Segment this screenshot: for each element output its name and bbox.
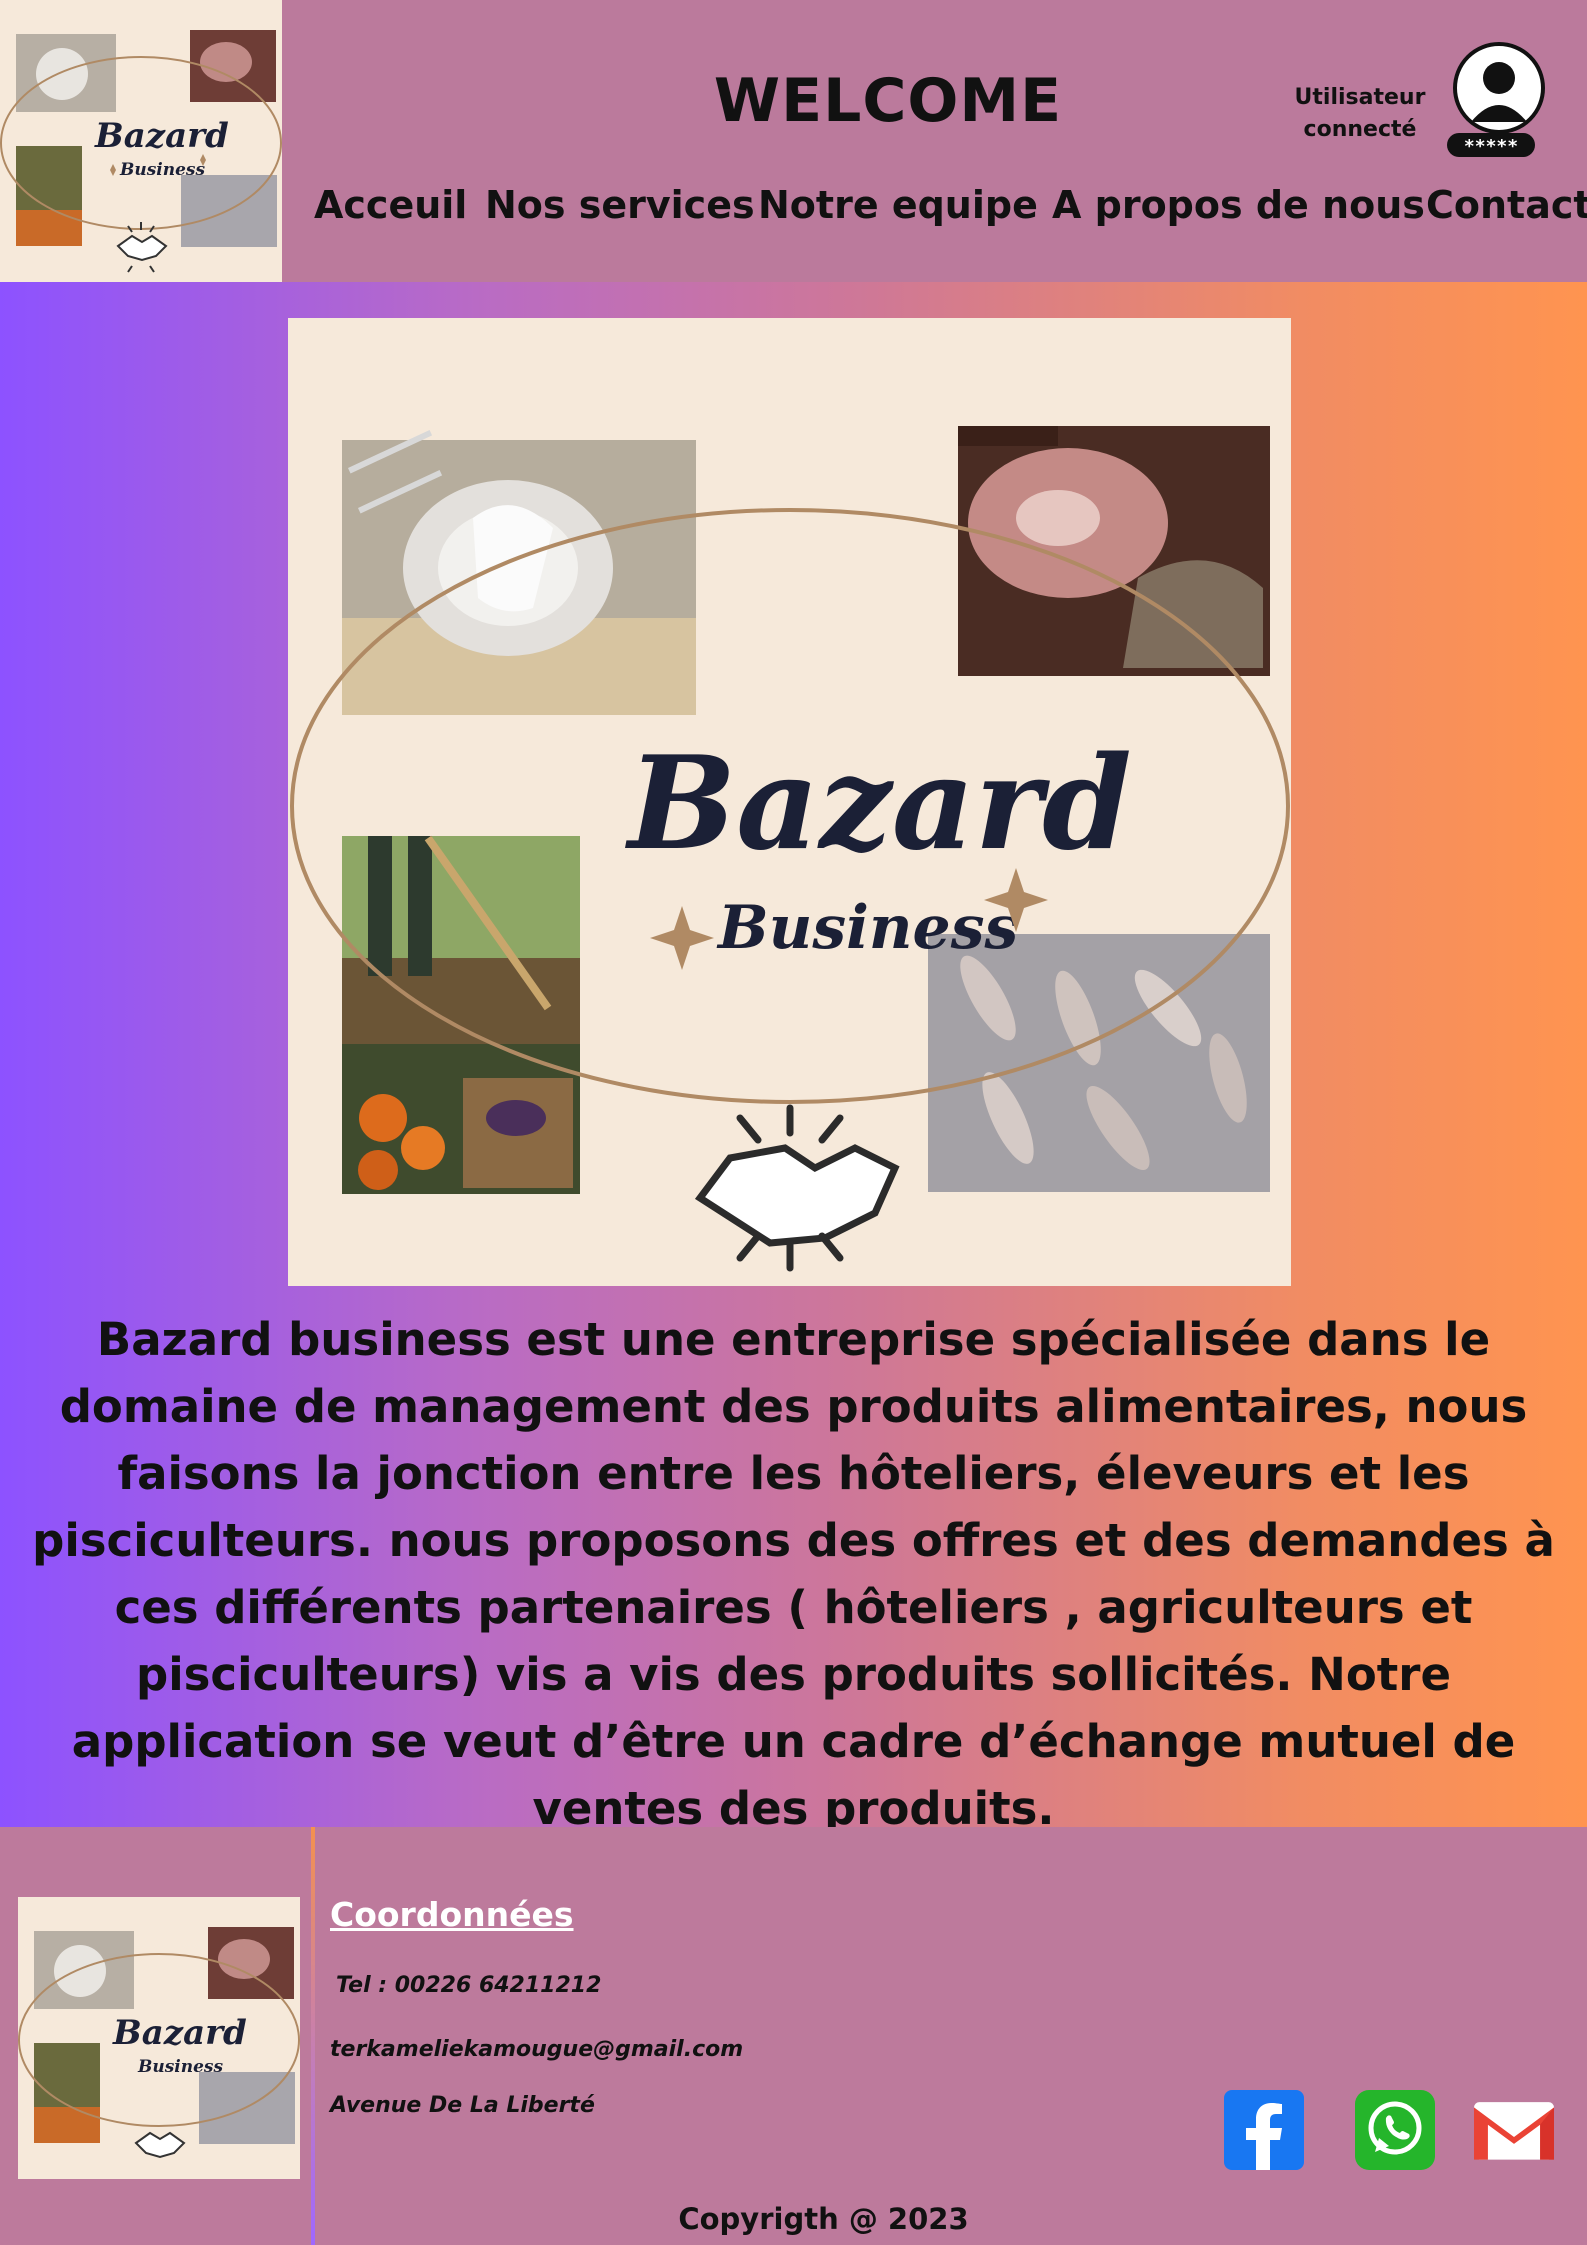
tableware-photo xyxy=(342,429,696,715)
nav-item-contact[interactable]: Contact xyxy=(1426,183,1587,227)
footer-email[interactable]: terkameliekamougue@gmail.com xyxy=(330,2037,743,2062)
gmail-icon[interactable] xyxy=(1474,2090,1554,2170)
nav-item-a-propos[interactable]: A propos de nous xyxy=(1052,183,1425,227)
header: Bazard Business WELCOME Utilisateur conn… xyxy=(0,0,1587,282)
ham-photo xyxy=(958,426,1270,676)
fish-photo xyxy=(928,934,1270,1192)
hero-brand-image: Bazard Business xyxy=(288,318,1291,1286)
hero-word-business: Business xyxy=(716,893,1018,963)
user-label-line2: connecté xyxy=(1303,117,1417,142)
hero-word-bazard: Bazard xyxy=(625,729,1132,879)
footer-divider xyxy=(311,1827,315,2245)
footer-phone: Tel : 00226 64211212 xyxy=(336,1973,602,1998)
user-status-label: Utilisateur connecté xyxy=(1290,82,1430,146)
user-avatar-icon[interactable]: ***** xyxy=(1443,36,1568,161)
user-label-line1: Utilisateur xyxy=(1294,85,1426,110)
company-description: Bazard business est une entreprise spéci… xyxy=(32,1313,1555,1835)
logo-word-bazard: Bazard xyxy=(112,2013,247,2053)
whatsapp-icon[interactable] xyxy=(1355,2090,1435,2170)
main-content: Bazard Business Bazard business est une … xyxy=(0,282,1587,1835)
logo-word-business: Business xyxy=(137,2057,224,2077)
nav-item-acceuil[interactable]: Acceuil xyxy=(314,183,467,227)
footer: Bazard Business Coordonnées Tel : 00226 … xyxy=(0,1827,1587,2245)
user-status[interactable]: Utilisateur connecté ***** xyxy=(1290,36,1580,161)
nav-item-notre-equipe[interactable]: Notre equipe xyxy=(758,183,1038,227)
password-mask: ***** xyxy=(1464,136,1518,157)
farming-photo xyxy=(342,835,580,1194)
main-nav: Acceuil Nos services Notre equipe A prop… xyxy=(0,183,1587,243)
welcome-title: WELCOME xyxy=(713,66,1063,136)
logo-word-business: Business xyxy=(119,160,206,180)
copyright: Copyrigth @ 2023 xyxy=(678,2202,969,2236)
nav-item-nos-services[interactable]: Nos services xyxy=(485,183,755,227)
brand-logo-footer[interactable]: Bazard Business xyxy=(18,1897,300,2179)
facebook-icon[interactable] xyxy=(1224,2090,1304,2170)
footer-address: Avenue De La Liberté xyxy=(330,2093,595,2118)
coordinates-title: Coordonnées xyxy=(330,1895,574,1934)
logo-word-bazard: Bazard xyxy=(94,116,229,156)
